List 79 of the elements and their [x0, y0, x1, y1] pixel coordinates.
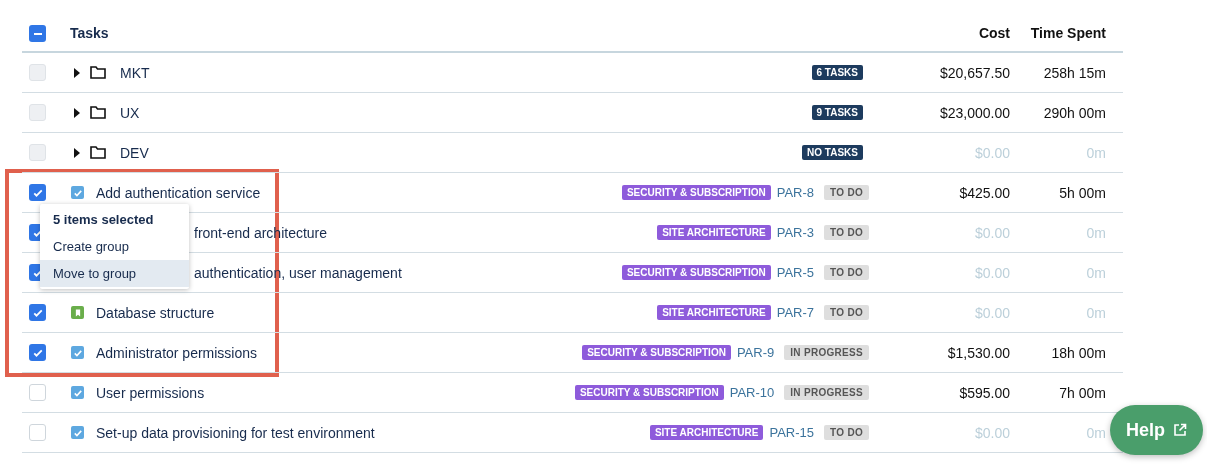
status-badge: TO DO: [824, 265, 869, 280]
status-badge: TO DO: [824, 305, 869, 320]
epic-tag: SECURITY & SUBSCRIPTION: [621, 185, 771, 200]
task-title[interactable]: Set-up data provisioning for test environment: [96, 424, 375, 441]
status-badge: TO DO: [824, 425, 869, 440]
cost-value: $0.00: [974, 224, 1010, 241]
external-link-icon: [1173, 423, 1187, 437]
cost-value: $425.00: [959, 184, 1010, 201]
status-badge: IN PROGRESS: [784, 345, 869, 360]
issue-key-link[interactable]: PAR-15: [769, 425, 814, 440]
task-title[interactable]: Database structure: [96, 304, 215, 321]
cost-value: $0.00: [974, 424, 1010, 441]
time-spent-value: 0m: [1086, 424, 1106, 441]
epic-tag: SITE ARCHITECTURE: [657, 225, 771, 240]
issue-key-link[interactable]: PAR-3: [776, 225, 814, 240]
issue-key-link[interactable]: PAR-10: [729, 385, 775, 400]
folder-icon: [90, 66, 106, 79]
task-count-badge: 6 TASKS: [811, 65, 863, 80]
bookmark-icon: [71, 306, 84, 319]
time-spent-value: 5h 00m: [1059, 184, 1106, 201]
task-check-icon: [71, 386, 84, 399]
issue-key-link[interactable]: PAR-5: [776, 265, 814, 280]
epic-tag: SECURITY & SUBSCRIPTION: [582, 345, 731, 360]
row-checkbox[interactable]: [29, 424, 46, 441]
column-header: Cost: [978, 25, 1010, 41]
task-check-icon: [71, 346, 84, 359]
column-header: Tasks: [70, 25, 109, 41]
issue-key-link[interactable]: PAR-9: [736, 345, 775, 360]
cost-value: $0.00: [974, 304, 1010, 321]
cost-value: $595.00: [959, 384, 1010, 401]
issue-key-link[interactable]: PAR-8: [776, 185, 814, 200]
row-checkbox[interactable]: [29, 144, 46, 161]
cost-value: $23,000.00: [939, 104, 1010, 121]
folder-icon: [90, 146, 106, 159]
epic-tag: SITE ARCHITECTURE: [649, 425, 764, 440]
group-name: UX: [120, 104, 140, 121]
task-count-badge: 9 TASKS: [811, 105, 863, 120]
epic-tag: SECURITY & SUBSCRIPTION: [574, 385, 724, 400]
group-name: MKT: [120, 64, 150, 81]
select-all-checkbox[interactable]: [29, 25, 46, 42]
row-checkbox[interactable]: [29, 344, 46, 361]
status-badge: TO DO: [824, 225, 869, 240]
task-title[interactable]: User permissions: [96, 384, 205, 401]
time-spent-value: 258h 15m: [1043, 64, 1106, 81]
menu-item[interactable]: Move to group: [40, 260, 189, 287]
time-spent-value: 7h 00m: [1059, 384, 1106, 401]
expand-caret-icon[interactable]: [74, 147, 80, 158]
cost-value: $0.00: [974, 144, 1010, 161]
column-header: Time Spent: [1030, 25, 1106, 41]
menu-title: 5 items selected: [52, 211, 155, 229]
menu-item[interactable]: Create group: [40, 233, 189, 260]
task-title[interactable]: Add authentication service: [96, 184, 261, 201]
row-checkbox[interactable]: [29, 384, 46, 401]
time-spent-value: 18h 00m: [1051, 344, 1106, 361]
expand-caret-icon[interactable]: [74, 67, 80, 78]
expand-caret-icon[interactable]: [74, 107, 80, 118]
cost-value: $1,530.00: [947, 344, 1010, 361]
row-checkbox[interactable]: [29, 184, 46, 201]
issue-key-link[interactable]: PAR-7: [776, 305, 814, 320]
row-checkbox[interactable]: [29, 64, 46, 81]
time-spent-value: 0m: [1086, 264, 1106, 281]
time-spent-value: 0m: [1086, 224, 1106, 241]
row-checkbox[interactable]: [29, 104, 46, 121]
cost-value: $20,657.50: [939, 64, 1010, 81]
time-spent-value: 0m: [1086, 304, 1106, 321]
task-count-badge: NO TASKS: [802, 145, 863, 160]
status-badge: IN PROGRESS: [784, 385, 869, 400]
task-check-icon: [71, 426, 84, 439]
epic-tag: SITE ARCHITECTURE: [657, 305, 771, 320]
cost-value: $0.00: [974, 264, 1010, 281]
epic-tag: SECURITY & SUBSCRIPTION: [621, 265, 771, 280]
task-check-icon: [71, 186, 84, 199]
folder-icon: [90, 106, 106, 119]
row-checkbox[interactable]: [29, 304, 46, 321]
time-spent-value: 0m: [1086, 144, 1106, 161]
task-title[interactable]: Administrator permissions: [96, 344, 258, 361]
group-name: DEV: [120, 144, 149, 161]
time-spent-value: 290h 00m: [1043, 104, 1106, 121]
status-badge: TO DO: [824, 185, 869, 200]
